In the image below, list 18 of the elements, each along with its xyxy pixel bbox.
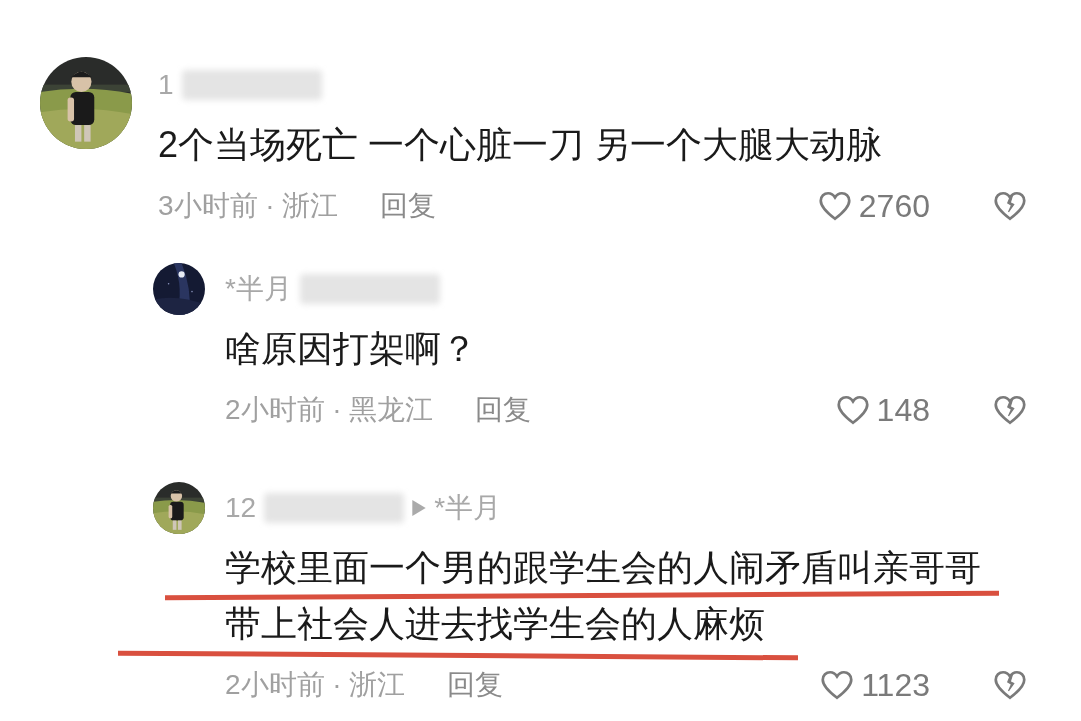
reply-link[interactable]: 回复 [447,664,504,706]
comment-text: 啥原因打架啊？ [225,327,477,371]
like-count: 148 [876,391,930,430]
triangle-icon [412,500,427,516]
comment-text: 带上社会人进去找学生会的人麻烦 [225,602,765,646]
like-count: 1123 [861,666,930,705]
reply-to-username[interactable]: *半月 [434,487,502,529]
comment-text: 2个当场死亡 一个心脏一刀 另一个大腿大动脉 [158,123,883,167]
timestamp-location: 2小时前 · 浙江 [225,668,406,702]
reply-link[interactable]: 回复 [380,185,437,227]
username[interactable]: *半月 [225,268,292,310]
comment-text: 学校里面一个男的跟学生会的人闹矛盾叫亲哥哥 [225,546,981,590]
like-count: 2760 [858,187,930,226]
timestamp-location: 2小时前 · 黑龙江 [225,393,434,427]
reply-link[interactable]: 回复 [475,389,532,431]
username[interactable]: 1 [158,64,174,106]
timestamp-location: 3小时前 · 浙江 [158,189,339,223]
username[interactable]: 12 [225,487,257,529]
